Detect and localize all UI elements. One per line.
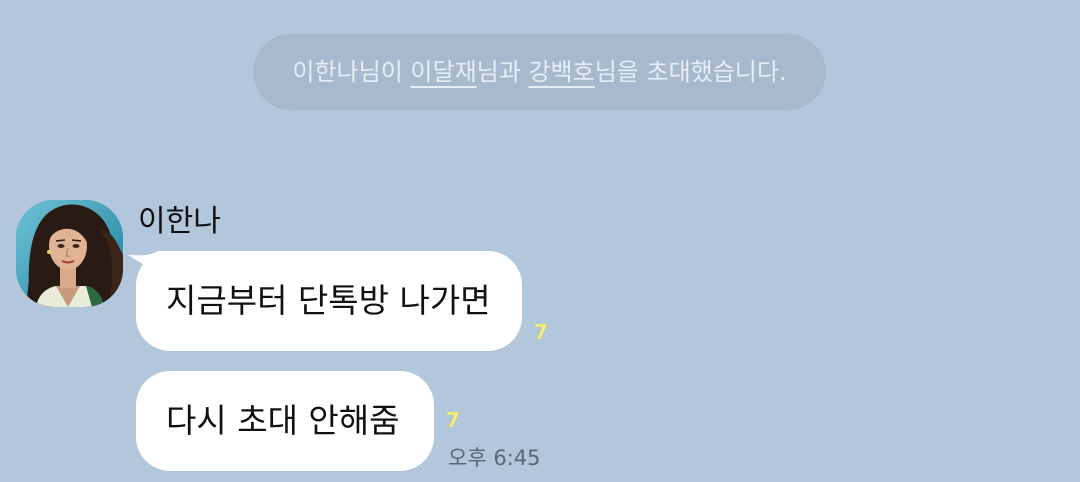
sender-name: 이한나 — [138, 204, 221, 239]
message-bubble[interactable]: 다시 초대 안해줌 — [136, 371, 434, 471]
message-bubble[interactable]: 지금부터 단톡방 나가면 — [136, 251, 522, 351]
message-text: 지금부터 단톡방 나가면 — [166, 281, 491, 320]
profile-avatar-illustration-icon — [16, 200, 123, 307]
unread-count-badge: 7 — [446, 408, 460, 432]
system-text-suffix: 님을 초대했습니다. — [594, 58, 787, 86]
system-text-prefix: 이한나님이 — [292, 58, 411, 86]
invitee-link-1[interactable]: 이달재 — [410, 58, 476, 86]
message-text: 다시 초대 안해줌 — [166, 401, 400, 440]
sender-avatar[interactable] — [16, 200, 123, 307]
message-timestamp: 오후 6:45 — [448, 446, 541, 470]
system-text-middle: 님과 — [476, 58, 529, 86]
unread-count-badge: 7 — [534, 320, 548, 344]
system-invite-notice: 이한나님이 이달재님과 강백호님을 초대했습니다. — [253, 34, 826, 110]
invitee-link-2[interactable]: 강백호 — [528, 58, 594, 86]
